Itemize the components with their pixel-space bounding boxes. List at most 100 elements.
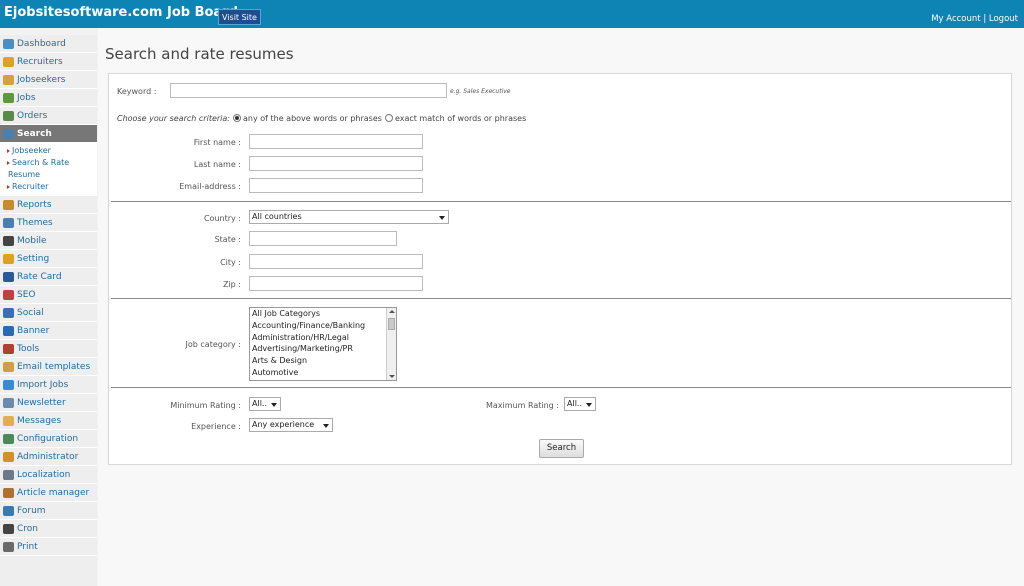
- sidebar-item-themes[interactable]: Themes: [0, 214, 97, 232]
- max-rating-select[interactable]: All..: [564, 397, 596, 411]
- min-rating-select[interactable]: All..: [249, 397, 281, 411]
- zip-input[interactable]: [249, 276, 423, 291]
- search-icon: [3, 129, 14, 139]
- sidebar-item-label: Dashboard: [17, 39, 66, 49]
- country-select[interactable]: All countries: [249, 210, 449, 224]
- sidebar-item-dashboard[interactable]: Dashboard: [0, 35, 97, 53]
- search-subnav: Jobseeker Search & Rate Resume Recruiter: [0, 143, 97, 196]
- job-category-option[interactable]: Automotive: [250, 367, 396, 379]
- sidebar-item-label: Tools: [17, 344, 40, 354]
- job-category-option[interactable]: All Job Categorys: [250, 308, 396, 320]
- sidebar-item-orders[interactable]: Orders: [0, 107, 97, 125]
- max-rating-value: All..: [567, 399, 583, 408]
- sidebar-item-tools[interactable]: Tools: [0, 340, 97, 358]
- criteria-any-radio[interactable]: [232, 114, 241, 122]
- tools-icon: [3, 344, 14, 354]
- sidebar-item-messages[interactable]: Messages: [0, 412, 97, 430]
- palette-icon: [3, 326, 14, 336]
- criteria-label: Choose your search criteria:: [117, 114, 230, 123]
- bullet-icon: [7, 161, 10, 165]
- chevron-down-icon: [323, 424, 329, 428]
- sidebar-item-article-manager[interactable]: Article manager: [0, 484, 97, 502]
- experience-select[interactable]: Any experience: [249, 418, 333, 432]
- subnav-item-jobseeker[interactable]: Jobseeker: [3, 145, 97, 157]
- forum-icon: [3, 506, 14, 516]
- sidebar-item-label: Jobseekers: [17, 75, 66, 85]
- sidebar-item-label: Setting: [17, 254, 50, 264]
- first-name-input[interactable]: [249, 134, 423, 149]
- max-rating-label: Maximum Rating :: [486, 401, 559, 410]
- sidebar: Dashboard Recruiters Jobseekers Jobs Orders S…: [0, 35, 97, 586]
- listbox-scrollbar[interactable]: [386, 308, 396, 380]
- city-label: City :: [220, 258, 241, 267]
- keyword-input[interactable]: [170, 83, 447, 98]
- sidebar-item-mobile[interactable]: Mobile: [0, 232, 97, 250]
- sidebar-item-setting[interactable]: Setting: [0, 250, 97, 268]
- subnav-item-search-rate-resume[interactable]: Search & Rate Resume: [3, 157, 97, 181]
- sidebar-item-reports[interactable]: Reports: [0, 196, 97, 214]
- sidebar-item-search[interactable]: Search: [0, 125, 97, 143]
- chevron-down-icon: [586, 403, 592, 407]
- sidebar-item-administrator[interactable]: Administrator: [0, 448, 97, 466]
- sidebar-item-cron[interactable]: Cron: [0, 520, 97, 538]
- sidebar-item-label: Cron: [17, 524, 38, 534]
- sidebar-item-social[interactable]: Social: [0, 304, 97, 322]
- sidebar-item-label: SEO: [17, 290, 36, 300]
- cash-icon: [3, 111, 14, 121]
- sidebar-item-recruiters[interactable]: Recruiters: [0, 53, 97, 71]
- sidebar-item-email-templates[interactable]: Email templates: [0, 358, 97, 376]
- sidebar-item-seo[interactable]: SEO: [0, 286, 97, 304]
- printer-icon: [3, 542, 14, 552]
- sidebar-item-newsletter[interactable]: Newsletter: [0, 394, 97, 412]
- job-category-option[interactable]: Arts & Design: [250, 355, 396, 367]
- job-category-label: Job category :: [185, 340, 241, 349]
- subnav-item-recruiter[interactable]: Recruiter: [3, 181, 97, 193]
- main-content: Search and rate resumes Keyword : e.g. S…: [98, 28, 1024, 586]
- mobile-icon: [3, 236, 14, 246]
- sidebar-item-banner[interactable]: Banner: [0, 322, 97, 340]
- sidebar-item-import-jobs[interactable]: Import Jobs: [0, 376, 97, 394]
- city-input[interactable]: [249, 254, 423, 269]
- job-category-option[interactable]: Administration/HR/Legal: [250, 332, 396, 344]
- visit-site-button[interactable]: Visit Site: [218, 9, 261, 25]
- sidebar-item-label: Administrator: [17, 452, 79, 462]
- criteria-exact-label: exact match of words or phrases: [394, 114, 527, 123]
- country-label: Country :: [203, 214, 241, 223]
- min-rating-label: Minimum Rating :: [170, 401, 241, 410]
- sidebar-item-rate-card[interactable]: Rate Card: [0, 268, 97, 286]
- scroll-up-icon[interactable]: [389, 310, 395, 313]
- sidebar-item-jobs[interactable]: Jobs: [0, 89, 97, 107]
- people-icon: [3, 93, 14, 103]
- sidebar-item-label: Import Jobs: [17, 380, 69, 390]
- last-name-input[interactable]: [249, 156, 423, 171]
- home-icon: [3, 39, 14, 49]
- bullet-icon: [7, 185, 10, 189]
- gear-icon: [3, 254, 14, 264]
- section-divider: [111, 387, 1011, 388]
- book-icon: [3, 200, 14, 210]
- criteria-exact-radio[interactable]: [384, 114, 393, 122]
- job-category-option[interactable]: Advertising/Marketing/PR: [250, 343, 396, 355]
- section-divider: [111, 298, 1011, 299]
- search-button[interactable]: Search: [539, 439, 584, 458]
- my-account-link[interactable]: My Account: [931, 14, 980, 24]
- sidebar-item-jobseekers[interactable]: Jobseekers: [0, 71, 97, 89]
- sidebar-item-forum[interactable]: Forum: [0, 502, 97, 520]
- sidebar-item-configuration[interactable]: Configuration: [0, 430, 97, 448]
- sidebar-item-label: Banner: [17, 326, 50, 336]
- experience-value: Any experience: [252, 420, 315, 429]
- scrollbar-thumb[interactable]: [388, 318, 395, 330]
- state-input[interactable]: [249, 231, 397, 246]
- sidebar-item-label: Search: [17, 129, 52, 139]
- logout-link[interactable]: Logout: [989, 14, 1018, 24]
- site-brand[interactable]: Ejobsitesoftware.com Job Board: [4, 5, 238, 20]
- job-category-listbox[interactable]: All Job Categorys Accounting/Finance/Ban…: [249, 307, 397, 381]
- sidebar-item-print[interactable]: Print: [0, 538, 97, 556]
- email-input[interactable]: [249, 178, 423, 193]
- sidebar-item-label: Orders: [17, 111, 48, 121]
- sidebar-item-localization[interactable]: Localization: [0, 466, 97, 484]
- sidebar-item-label: Forum: [17, 506, 46, 516]
- job-category-option[interactable]: Accounting/Finance/Banking: [250, 320, 396, 332]
- scroll-down-icon[interactable]: [389, 375, 395, 378]
- sidebar-item-label: Email templates: [17, 362, 91, 372]
